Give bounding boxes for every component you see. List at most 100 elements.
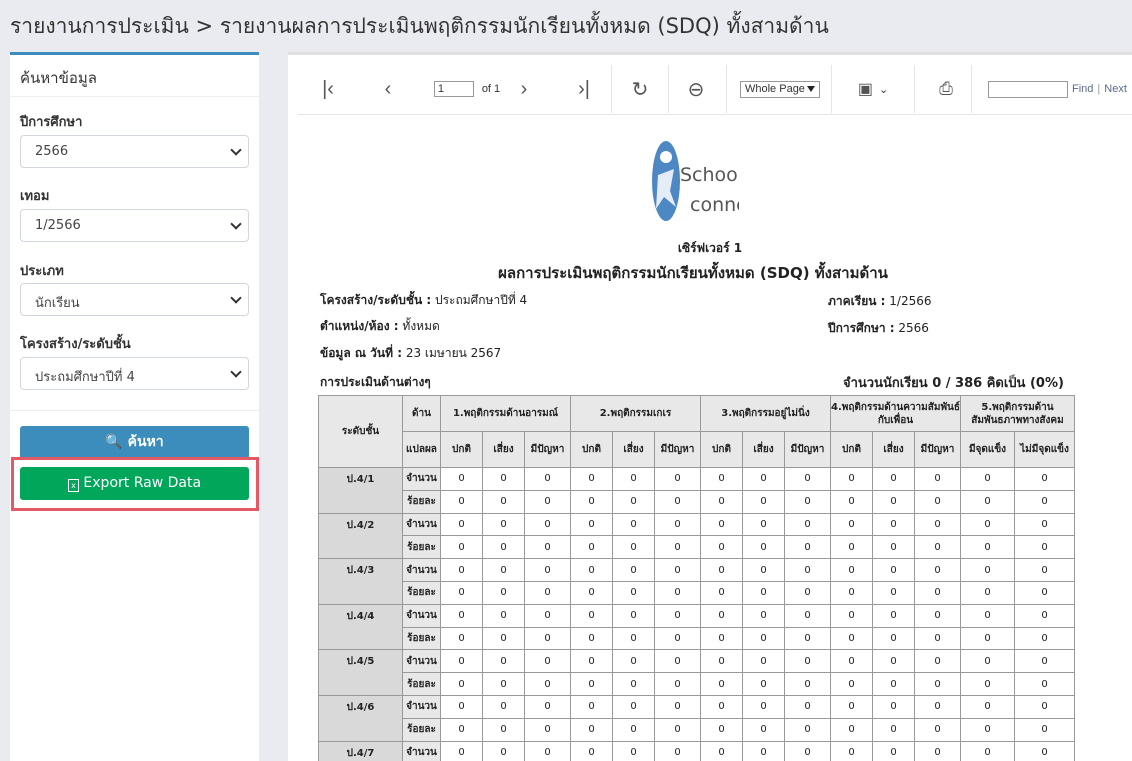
value-cell: 0: [570, 740, 613, 761]
value-cell: 0: [830, 649, 873, 674]
value-cell: 0: [570, 717, 613, 742]
value-cell: 0: [914, 740, 961, 761]
last-page-button[interactable]: ›|: [564, 65, 604, 113]
next-link[interactable]: Next: [1104, 83, 1127, 95]
value-cell: 0: [524, 626, 571, 651]
value-cell: 0: [960, 467, 1015, 491]
value-cell: 0: [742, 535, 785, 560]
value-cell: 0: [872, 626, 915, 651]
row-label: ร้อยละ: [402, 672, 441, 696]
info-structure: โครงสร้าง/ระดับชั้น : ประถมศึกษาปีที่ 4: [320, 291, 527, 310]
column-header: ปกติ: [700, 431, 743, 468]
value-cell: 0: [700, 467, 743, 491]
value-cell: 0: [440, 603, 483, 628]
value-cell: 0: [1014, 603, 1075, 628]
value-cell: 0: [700, 672, 743, 696]
value-cell: 0: [654, 512, 701, 537]
info-room: ตำแหน่ง/ห้อง : ทั้งหมด: [320, 317, 440, 336]
value-cell: 0: [700, 512, 743, 537]
value-cell: 0: [784, 467, 831, 491]
value-cell: 0: [700, 489, 743, 514]
find-input[interactable]: [988, 80, 1068, 98]
level-cell: ป.4/6: [318, 694, 403, 742]
row-label: จำนวน: [402, 740, 441, 761]
table-row: ร้อยละ 0 0 0 0 0 0 0 0 0 0 0 0 0 0: [319, 580, 1075, 605]
value-cell: 0: [440, 535, 483, 560]
value-cell: 0: [612, 740, 655, 761]
value-cell: 0: [440, 672, 483, 696]
value-cell: 0: [914, 580, 961, 605]
type-label: ประเภท: [20, 264, 64, 279]
value-cell: 0: [784, 694, 831, 719]
first-page-button[interactable]: |‹: [308, 65, 348, 113]
value-cell: 0: [700, 740, 743, 761]
type-select[interactable]: นักเรียน: [20, 283, 249, 316]
value-cell: 0: [482, 512, 525, 537]
year-info-label: ปีการศึกษา :: [828, 321, 895, 335]
value-cell: 0: [524, 603, 571, 628]
value-cell: 0: [440, 467, 483, 491]
report-toolbar: |‹ ‹ 1 of 1 › ›| ↻ ⊖ Whole Page ▣ ⌄ ⎙ Fi…: [298, 65, 1132, 115]
table-row: ร้อยละ 0 0 0 0 0 0 0 0 0 0 0 0 0 0: [319, 489, 1075, 514]
prev-page-button[interactable]: ‹: [368, 65, 408, 113]
date-info-label: ข้อมูล ณ วันที่ :: [320, 346, 402, 360]
value-cell: 0: [524, 740, 571, 761]
value-cell: 0: [1014, 717, 1075, 742]
next-page-button[interactable]: ›: [504, 65, 544, 113]
column-header: ปกติ: [440, 431, 483, 468]
search-button[interactable]: 🔍 ค้นหา: [20, 426, 249, 459]
toolbar-divider: [611, 65, 612, 113]
value-cell: 0: [872, 512, 915, 537]
print-button[interactable]: ⎙: [926, 65, 966, 113]
value-cell: 0: [440, 649, 483, 674]
value-cell: 0: [524, 717, 571, 742]
value-cell: 0: [440, 489, 483, 514]
zoom-select[interactable]: Whole Page: [740, 80, 820, 98]
value-cell: 0: [654, 535, 701, 560]
academic-year-value: 2566: [35, 144, 69, 159]
chevron-down-icon: [230, 292, 242, 304]
refresh-button[interactable]: ↻: [620, 65, 660, 113]
column-header: เสี่ยง: [742, 431, 785, 468]
value-cell: 0: [960, 626, 1015, 651]
value-cell: 0: [784, 717, 831, 742]
page-number-input[interactable]: 1: [433, 81, 474, 97]
school-connex-logo: School connex: [644, 135, 759, 227]
find-link[interactable]: Find: [1072, 83, 1093, 95]
toolbar-divider: [726, 65, 727, 113]
value-cell: 0: [570, 672, 613, 696]
column-header: ไม่มีจุดแข็ง: [1014, 431, 1075, 468]
value-cell: 0: [742, 580, 785, 605]
value-cell: 0: [914, 489, 961, 514]
save-menu-button[interactable]: ▣ ⌄: [846, 65, 900, 113]
column-header: เสี่ยง: [482, 431, 525, 468]
row-label: จำนวน: [402, 649, 441, 674]
value-cell: 0: [1014, 580, 1075, 605]
value-cell: 0: [872, 489, 915, 514]
value-cell: 0: [524, 694, 571, 719]
table-row: ร้อยละ 0 0 0 0 0 0 0 0 0 0 0 0 0 0: [319, 717, 1075, 742]
value-cell: 0: [524, 512, 571, 537]
value-cell: 0: [570, 489, 613, 514]
search-panel: ค้นหาข้อมูล ปีการศึกษา 2566 เทอม 1/2566 …: [10, 52, 259, 761]
value-cell: 0: [524, 580, 571, 605]
back-button[interactable]: ⊖: [676, 65, 716, 113]
academic-year-select[interactable]: 2566: [20, 135, 249, 168]
value-cell: 0: [960, 580, 1015, 605]
value-cell: 0: [440, 694, 483, 719]
value-cell: 0: [872, 672, 915, 696]
academic-year-label: ปีการศึกษา: [20, 115, 83, 130]
row-label: ร้อยละ: [402, 489, 441, 514]
value-cell: 0: [570, 626, 613, 651]
value-cell: 0: [872, 694, 915, 719]
breadcrumb-parent[interactable]: รายงานการประเมิน: [10, 14, 189, 38]
term-select[interactable]: 1/2566: [20, 209, 249, 242]
structure-select[interactable]: ประถมศึกษาปีที่ 4: [20, 357, 249, 390]
table-row: ป.4/5 จำนวน 0 0 0 0 0 0 0 0 0 0 0 0 0 0: [318, 649, 1075, 696]
value-cell: 0: [440, 740, 483, 761]
export-raw-data-button[interactable]: x Export Raw Data: [20, 467, 249, 500]
column-header: ปกติ: [570, 431, 613, 468]
value-cell: 0: [570, 558, 613, 582]
value-cell: 0: [914, 467, 961, 491]
row-label: จำนวน: [402, 603, 441, 628]
